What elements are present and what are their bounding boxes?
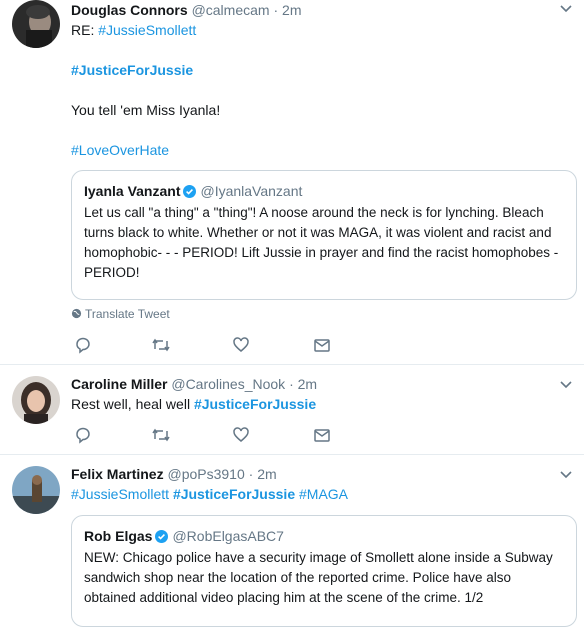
quoted-tweet-text: NEW: Chicago police have a security imag…: [84, 550, 553, 605]
hashtag-link[interactable]: #JussieSmollett: [98, 22, 196, 38]
avatar[interactable]: [12, 466, 60, 514]
heart-icon[interactable]: [232, 336, 252, 356]
verified-badge-icon: [155, 529, 169, 543]
separator: ·: [289, 376, 294, 392]
retweet-icon[interactable]: [151, 426, 171, 446]
author-handle[interactable]: @poPs3910: [167, 466, 244, 482]
author-handle[interactable]: @calmecam: [192, 2, 270, 18]
avatar[interactable]: [12, 376, 60, 424]
hashtag-link[interactable]: #JusticeForJussie: [71, 62, 193, 78]
chevron-down-icon[interactable]: [558, 0, 574, 16]
re-prefix: RE:: [71, 22, 99, 38]
timestamp[interactable]: 2m: [257, 466, 276, 482]
tweet-text: #JussieSmollett #JusticeForJussie #MAGA: [71, 484, 572, 504]
translate-tweet-link[interactable]: Translate Tweet: [71, 307, 170, 321]
tweet-body: You tell 'em Miss Iyanla!: [71, 102, 221, 118]
tweet-header: Caroline Miller @Carolines_Nook · 2m: [71, 374, 572, 394]
reply-icon[interactable]: [74, 336, 94, 356]
tweet-actions: [71, 336, 341, 356]
author-handle[interactable]: @Carolines_Nook: [171, 376, 285, 392]
separator: ·: [273, 2, 279, 18]
tweet-felix-martinez[interactable]: Felix Martinez @poPs3910 · 2m #JussieSmo…: [0, 455, 584, 627]
quoted-tweet[interactable]: Rob Elgas @RobElgasABC7 NEW: Chicago poli…: [71, 515, 577, 627]
hashtag-link[interactable]: #JusticeForJussie: [194, 396, 316, 412]
quoted-tweet[interactable]: Iyanla Vanzant @IyanlaVanzant Let us call…: [71, 170, 577, 300]
quoted-author-handle: @IyanlaVanzant: [200, 183, 303, 199]
envelope-icon[interactable]: [313, 336, 333, 356]
hashtag-link[interactable]: #MAGA: [299, 486, 348, 502]
quoted-author-handle: @RobElgasABC7: [172, 528, 284, 544]
verified-badge-icon: [183, 184, 197, 198]
quoted-tweet-text: Let us call "a thing" a "thing"! A noose…: [84, 205, 559, 280]
globe-icon: [71, 308, 82, 319]
tweet-header: Felix Martinez @poPs3910 · 2m: [71, 464, 572, 484]
hashtag-link[interactable]: #JusticeForJussie: [173, 486, 295, 502]
author-name[interactable]: Douglas Connors: [71, 2, 188, 18]
tweet-text: Rest well, heal well #JusticeForJussie: [71, 394, 572, 414]
reply-icon[interactable]: [74, 426, 94, 446]
tweet-body: Rest well, heal well: [71, 396, 194, 412]
tweet-actions: [71, 426, 341, 446]
chevron-down-icon[interactable]: [558, 466, 574, 482]
author-name[interactable]: Felix Martinez: [71, 466, 164, 482]
envelope-icon[interactable]: [313, 426, 333, 446]
avatar[interactable]: [12, 0, 60, 48]
heart-icon[interactable]: [232, 426, 252, 446]
tweet-douglas-connors[interactable]: Douglas Connors @calmecam · 2m RE: #Juss…: [0, 0, 584, 365]
hashtag-link[interactable]: #LoveOverHate: [71, 142, 169, 158]
separator: ·: [248, 466, 254, 482]
chevron-down-icon[interactable]: [558, 376, 574, 392]
retweet-icon[interactable]: [151, 336, 171, 356]
timestamp[interactable]: 2m: [282, 2, 301, 18]
quoted-author-name: Rob Elgas: [84, 528, 153, 544]
tweet-caroline-miller[interactable]: Caroline Miller @Carolines_Nook · 2m Res…: [0, 365, 584, 455]
tweet-header: Douglas Connors @calmecam · 2m: [71, 0, 572, 20]
hashtag-link[interactable]: #JussieSmollett: [71, 486, 169, 502]
author-name[interactable]: Caroline Miller: [71, 376, 167, 392]
tweet-text: RE: #JussieSmollett #JusticeForJussie Yo…: [71, 20, 572, 160]
timestamp[interactable]: 2m: [298, 376, 317, 392]
translate-label: Translate Tweet: [85, 307, 170, 321]
quoted-author-name: Iyanla Vanzant: [84, 183, 181, 199]
